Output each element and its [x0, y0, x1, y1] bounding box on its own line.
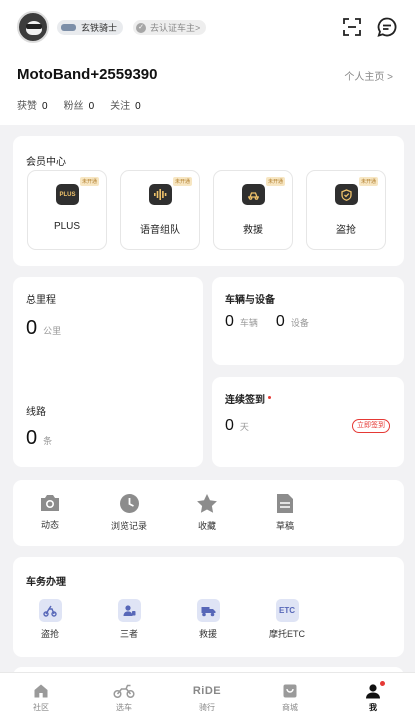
tab-shop-label: 商城	[282, 703, 298, 712]
voice-team-icon	[149, 184, 172, 205]
check-circle-icon: ✓	[136, 22, 146, 33]
vehicle-count: 0	[225, 313, 234, 330]
route-unit: 条	[43, 436, 53, 446]
checkin-title: 连续签到	[225, 391, 271, 406]
tab-community-label: 社区	[33, 703, 49, 712]
vehicle-unit: 车辆	[239, 318, 258, 328]
draft-icon	[277, 494, 293, 513]
rank-badge-label: 玄铁骑士	[81, 23, 118, 33]
service-moto-etc-label: 摩托ETC	[268, 629, 305, 639]
anti-theft-icon	[335, 184, 358, 205]
rescue-icon	[242, 184, 265, 205]
tool-favorites[interactable]: 收藏	[177, 493, 237, 532]
personal-homepage-link[interactable]: 个人主页 >	[344, 68, 393, 83]
member-plus-label: PLUS	[53, 221, 81, 232]
vehicle-services-title: 车务办理	[26, 577, 66, 588]
checkin-days: 0	[225, 417, 234, 434]
tool-history-label: 浏览记录	[110, 521, 147, 531]
member-voice-team-tile[interactable]: 未开通 语音组队	[120, 170, 200, 250]
service-anti-theft[interactable]: 盗抢	[15, 599, 85, 640]
member-rescue-label: 救援	[243, 225, 263, 236]
checkin-unit: 天	[239, 422, 249, 432]
checkin-card: 连续签到 0 天 立即签到	[212, 377, 404, 467]
certify-owner-badge[interactable]: ✓ 去认证车主>	[133, 20, 207, 35]
odometer-unit: 公里	[43, 326, 62, 336]
theft-service-icon	[38, 599, 62, 622]
route-count: 0	[26, 427, 38, 449]
scan-icon[interactable]	[342, 17, 362, 37]
member-anti-theft-label: 盗抢	[336, 225, 356, 236]
member-anti-theft-tile[interactable]: 未开通 盗抢	[306, 170, 386, 250]
motorcycle-badge-icon	[61, 24, 76, 31]
service-anti-theft-label: 盗抢	[40, 629, 59, 639]
tab-me[interactable]: 我	[343, 681, 403, 713]
ride-logo: RiDE	[192, 685, 222, 697]
member-rescue-tile[interactable]: 未开通 救援	[213, 170, 293, 250]
star-icon	[197, 494, 217, 513]
rank-badge[interactable]: 玄铁骑士	[57, 20, 124, 35]
bottom-tab-bar: 社区 选车 RiDE 骑行 商城 我	[0, 672, 415, 720]
tow-truck-icon	[196, 599, 220, 622]
tool-posts-label: 动态	[40, 520, 59, 530]
shop-icon	[283, 684, 297, 698]
profile-stats: 获赞 0 粉丝 0 关注 0	[17, 97, 157, 112]
member-center-title: 会员中心	[26, 157, 66, 168]
tab-choose-bike-label: 选车	[116, 703, 132, 712]
tool-drafts[interactable]: 草稿	[255, 493, 315, 532]
odometer-card[interactable]: 总里程 0 公里 线路 0 条	[13, 277, 203, 467]
not-activated-badge: 未开通	[172, 177, 192, 186]
tab-community[interactable]: 社区	[11, 683, 71, 713]
odometer-value: 0	[26, 317, 38, 339]
tab-shop[interactable]: 商城	[260, 683, 320, 713]
stat-fans[interactable]: 粉丝 0	[64, 97, 95, 112]
tab-ride[interactable]: RiDE 骑行	[177, 683, 237, 713]
not-activated-badge: 未开通	[265, 177, 285, 186]
service-rescue-label: 救援	[198, 629, 217, 639]
odometer-title: 总里程	[26, 295, 56, 306]
device-count: 0	[275, 313, 285, 330]
notification-dot	[380, 681, 385, 686]
member-voice-team-label: 语音组队	[140, 225, 180, 236]
not-activated-badge: 未开通	[358, 177, 378, 186]
plus-icon: PLUS	[56, 184, 79, 205]
home-icon	[34, 684, 48, 698]
tab-choose-bike[interactable]: 选车	[94, 683, 154, 713]
device-unit: 设备	[290, 318, 309, 328]
tool-history[interactable]: 浏览记录	[99, 493, 159, 532]
avatar[interactable]	[17, 11, 49, 43]
notification-dot	[268, 395, 271, 399]
tool-drafts-label: 草稿	[275, 521, 294, 531]
vehicle-services-card: 车务办理 盗抢 三者 救援 ETC 摩托ETC	[13, 557, 404, 657]
tool-posts[interactable]: 动态	[20, 493, 80, 531]
camera-icon	[41, 495, 59, 511]
tool-favorites-label: 收藏	[197, 521, 216, 531]
service-third-party-label: 三者	[119, 629, 138, 639]
third-party-icon	[117, 599, 141, 622]
service-rescue[interactable]: 救援	[173, 599, 243, 640]
motorcycle-icon	[113, 684, 135, 699]
clock-icon	[119, 494, 139, 513]
username: MotoBand+2559390	[17, 66, 158, 83]
etc-icon: ETC	[275, 599, 299, 622]
profile-header: 玄铁骑士 ✓ 去认证车主> MotoBand+2559390 个人主页 > 获赞…	[0, 0, 415, 125]
profile-icon	[366, 684, 380, 699]
not-activated-badge: 未开通	[79, 177, 99, 186]
vehicles-devices-title: 车辆与设备	[225, 295, 275, 306]
service-third-party[interactable]: 三者	[94, 599, 164, 640]
route-title: 线路	[26, 407, 46, 418]
stat-likes[interactable]: 获赞 0	[17, 97, 48, 112]
quick-tools-card: 动态 浏览记录 收藏 草稿	[13, 480, 404, 546]
tab-me-label: 我	[369, 703, 377, 712]
tab-ride-label: 骑行	[199, 703, 215, 712]
service-moto-etc[interactable]: ETC 摩托ETC	[252, 599, 322, 640]
vehicles-devices-card[interactable]: 车辆与设备 0 车辆 0 设备	[212, 277, 404, 365]
member-plus-tile[interactable]: 未开通 PLUS PLUS	[27, 170, 107, 250]
stat-following[interactable]: 关注 0	[110, 97, 141, 112]
certify-owner-label: 去认证车主>	[150, 23, 201, 33]
checkin-button[interactable]: 立即签到	[352, 419, 390, 433]
member-center-card: 会员中心 未开通 PLUS PLUS 未开通 语音组队 未开通 救援 未开通 盗…	[13, 136, 404, 266]
message-icon[interactable]	[376, 16, 398, 38]
